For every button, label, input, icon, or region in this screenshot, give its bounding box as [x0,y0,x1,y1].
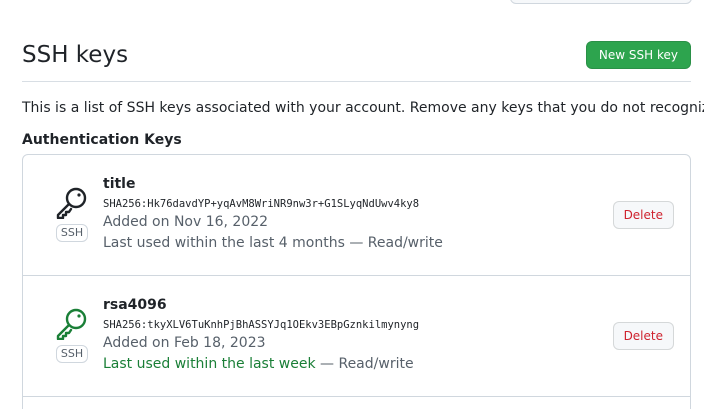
page-header: SSH keys New SSH key [22,36,691,82]
separator: — [315,356,339,372]
key-icon-column: SSH [55,308,89,363]
ssh-keys-list: SSH title SHA256:Hk76davdYP+yqAvM8WriNR9… [22,154,691,409]
separator: — [344,235,368,251]
delete-key-button[interactable]: Delete [612,201,674,229]
ssh-key-row: SSH title SHA256:Hk76davdYP+yqAvM8WriNR9… [23,155,690,276]
key-title: rsa4096 [103,297,167,313]
ssh-type-label: SSH [55,224,89,242]
ssh-keys-page: SSH keys New SSH key This is a list of S… [0,0,704,409]
key-icon [55,187,89,219]
new-ssh-key-button[interactable]: New SSH key [585,41,691,69]
key-added-date: Added on Nov 16, 2022 [103,214,269,230]
key-added-date: Added on Feb 18, 2023 [103,335,266,351]
key-info: title SHA256:Hk76davdYP+yqAvM8WriNR9nw3r… [103,174,443,254]
key-info: rsa4096 SHA256:tkyXLV6TuKnhPjBhASSYJq1OE… [103,295,419,375]
key-icon-column: SSH [55,187,89,242]
last-used-text: Last used within the last week [103,356,316,372]
key-access: Read/write [338,356,414,372]
section-title: Authentication Keys [22,132,182,148]
delete-key-button[interactable]: Delete [612,322,674,350]
key-fingerprint: SHA256:tkyXLV6TuKnhPjBhASSYJq1OEkv3EBpGz… [103,319,420,331]
key-title: title [103,176,136,192]
key-icon [55,308,89,340]
intro-text: This is a list of SSH keys associated wi… [22,100,704,116]
key-access: Read/write [367,235,443,251]
last-used-text: Last used within the last 4 months [103,235,345,251]
top-button-partial[interactable] [510,0,692,4]
key-last-used: Last used within the last week — Read/wr… [103,354,419,375]
key-fingerprint: SHA256:Hk76davdYP+yqAvM8WriNR9nw3r+G1SLy… [103,198,420,210]
page-title: SSH keys [22,42,129,68]
ssh-type-label: SSH [55,345,89,363]
ssh-key-row: SSH rsa4096 SHA256:tkyXLV6TuKnhPjBhASSYJ… [23,276,690,397]
key-last-used: Last used within the last 4 months — Rea… [103,233,443,254]
